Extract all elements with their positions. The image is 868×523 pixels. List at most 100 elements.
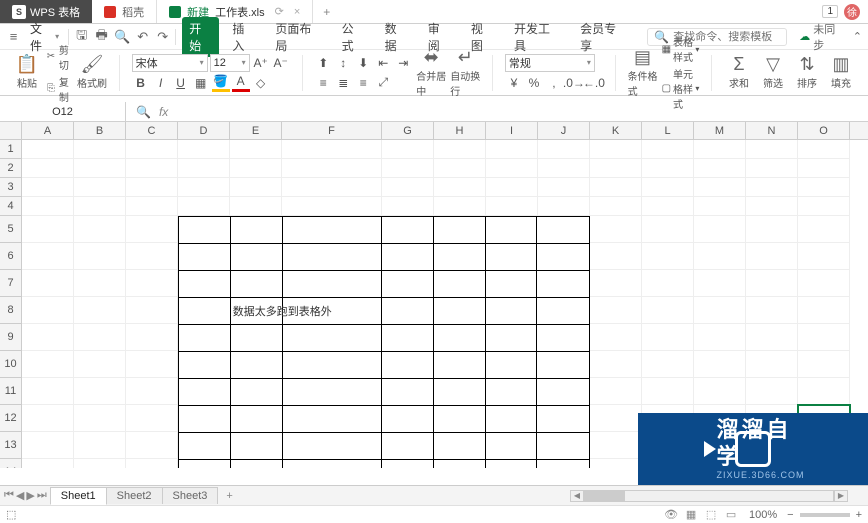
cell[interactable]: [694, 140, 746, 159]
cell[interactable]: [642, 324, 694, 351]
cell[interactable]: [746, 159, 798, 178]
select-all-corner[interactable]: [0, 122, 22, 139]
align-left-icon[interactable]: ≡: [314, 74, 332, 92]
save-icon[interactable]: 🖫: [74, 29, 89, 45]
ribbon-tab-dev[interactable]: 开发工具: [507, 17, 567, 57]
comma-icon[interactable]: ,: [545, 74, 563, 92]
indent-inc-icon[interactable]: ⇥: [394, 54, 412, 72]
cell[interactable]: [642, 351, 694, 378]
sort-button[interactable]: ⇅排序: [792, 55, 822, 90]
underline-icon[interactable]: U: [172, 74, 190, 92]
cell[interactable]: [22, 216, 74, 243]
cell[interactable]: [642, 159, 694, 178]
align-right-icon[interactable]: ≡: [354, 74, 372, 92]
cell[interactable]: [230, 140, 282, 159]
filter-button[interactable]: ▽筛选: [758, 55, 788, 90]
first-sheet-icon[interactable]: ⏮: [4, 489, 14, 502]
row-header[interactable]: 2: [0, 159, 21, 178]
cell[interactable]: [178, 178, 230, 197]
col-header-J[interactable]: J: [538, 122, 590, 139]
cell[interactable]: [74, 270, 126, 297]
collapse-ribbon-icon[interactable]: ⌃: [853, 30, 862, 43]
row-header[interactable]: 5: [0, 216, 21, 243]
cell[interactable]: [22, 459, 74, 468]
cell[interactable]: [642, 243, 694, 270]
cell[interactable]: [126, 324, 178, 351]
cell[interactable]: [590, 216, 642, 243]
cell[interactable]: [126, 243, 178, 270]
view-read-icon[interactable]: ▭: [723, 508, 739, 522]
cell[interactable]: [798, 197, 850, 216]
cell[interactable]: [694, 351, 746, 378]
cell-style-button[interactable]: ▢单元格样式▾: [662, 66, 700, 111]
zoom-value[interactable]: 100%: [745, 509, 781, 521]
cell[interactable]: [590, 432, 642, 459]
cell[interactable]: [590, 324, 642, 351]
cell[interactable]: [746, 216, 798, 243]
cell[interactable]: [22, 324, 74, 351]
orientation-icon[interactable]: ⤢: [374, 74, 392, 92]
cell[interactable]: [642, 297, 694, 324]
cell[interactable]: [126, 378, 178, 405]
row-header[interactable]: 14: [0, 459, 21, 468]
cell[interactable]: [282, 197, 382, 216]
scroll-track[interactable]: [584, 490, 834, 502]
h-scrollbar[interactable]: ◀ ▶: [241, 490, 868, 502]
scroll-left-icon[interactable]: ◀: [570, 490, 584, 502]
col-header-D[interactable]: D: [178, 122, 230, 139]
row-header[interactable]: 9: [0, 324, 21, 351]
cell[interactable]: [798, 351, 850, 378]
col-header-G[interactable]: G: [382, 122, 434, 139]
scroll-right-icon[interactable]: ▶: [834, 490, 848, 502]
cell[interactable]: [798, 159, 850, 178]
preview-icon[interactable]: 🔍: [114, 29, 130, 45]
cell[interactable]: [22, 178, 74, 197]
number-format-combo[interactable]: 常规▾: [505, 54, 595, 72]
cell[interactable]: [74, 324, 126, 351]
align-top-icon[interactable]: ⬆: [314, 54, 332, 72]
ribbon-tab-start[interactable]: 开始: [182, 17, 219, 57]
cell[interactable]: [590, 459, 642, 468]
col-header-H[interactable]: H: [434, 122, 486, 139]
cell[interactable]: [434, 159, 486, 178]
cell[interactable]: [22, 432, 74, 459]
col-header-I[interactable]: I: [486, 122, 538, 139]
cell[interactable]: [126, 297, 178, 324]
cell[interactable]: [590, 197, 642, 216]
cell[interactable]: [746, 297, 798, 324]
cell[interactable]: [486, 140, 538, 159]
col-header-E[interactable]: E: [230, 122, 282, 139]
cell[interactable]: [590, 297, 642, 324]
cell[interactable]: [74, 243, 126, 270]
cell[interactable]: [694, 243, 746, 270]
font-size-combo[interactable]: 12▾: [210, 54, 250, 72]
cell[interactable]: [798, 140, 850, 159]
cell[interactable]: [538, 178, 590, 197]
scroll-thumb[interactable]: [585, 491, 625, 501]
align-bottom-icon[interactable]: ⬇: [354, 54, 372, 72]
view-page-icon[interactable]: ⬚: [703, 508, 719, 522]
copy-button[interactable]: ⎘复制: [46, 74, 73, 104]
cell[interactable]: [74, 459, 126, 468]
cell[interactable]: [434, 140, 486, 159]
paste-button[interactable]: 📋粘贴: [12, 55, 42, 90]
cell[interactable]: [642, 140, 694, 159]
row-header[interactable]: 12: [0, 405, 21, 432]
cell[interactable]: [382, 178, 434, 197]
align-center-icon[interactable]: ≣: [334, 74, 352, 92]
col-header-M[interactable]: M: [694, 122, 746, 139]
cell[interactable]: [590, 270, 642, 297]
cell[interactable]: [22, 197, 74, 216]
zoom-icon[interactable]: 🔍: [136, 105, 151, 119]
cell[interactable]: [694, 159, 746, 178]
cell[interactable]: [74, 197, 126, 216]
cell[interactable]: [434, 178, 486, 197]
cell[interactable]: [798, 324, 850, 351]
ribbon-tab-member[interactable]: 会员专享: [573, 17, 633, 57]
col-header-O[interactable]: O: [798, 122, 850, 139]
cell[interactable]: [74, 178, 126, 197]
col-header-F[interactable]: F: [282, 122, 382, 139]
fill-button[interactable]: ▥填充: [826, 55, 856, 90]
cell[interactable]: [22, 140, 74, 159]
col-header-B[interactable]: B: [74, 122, 126, 139]
